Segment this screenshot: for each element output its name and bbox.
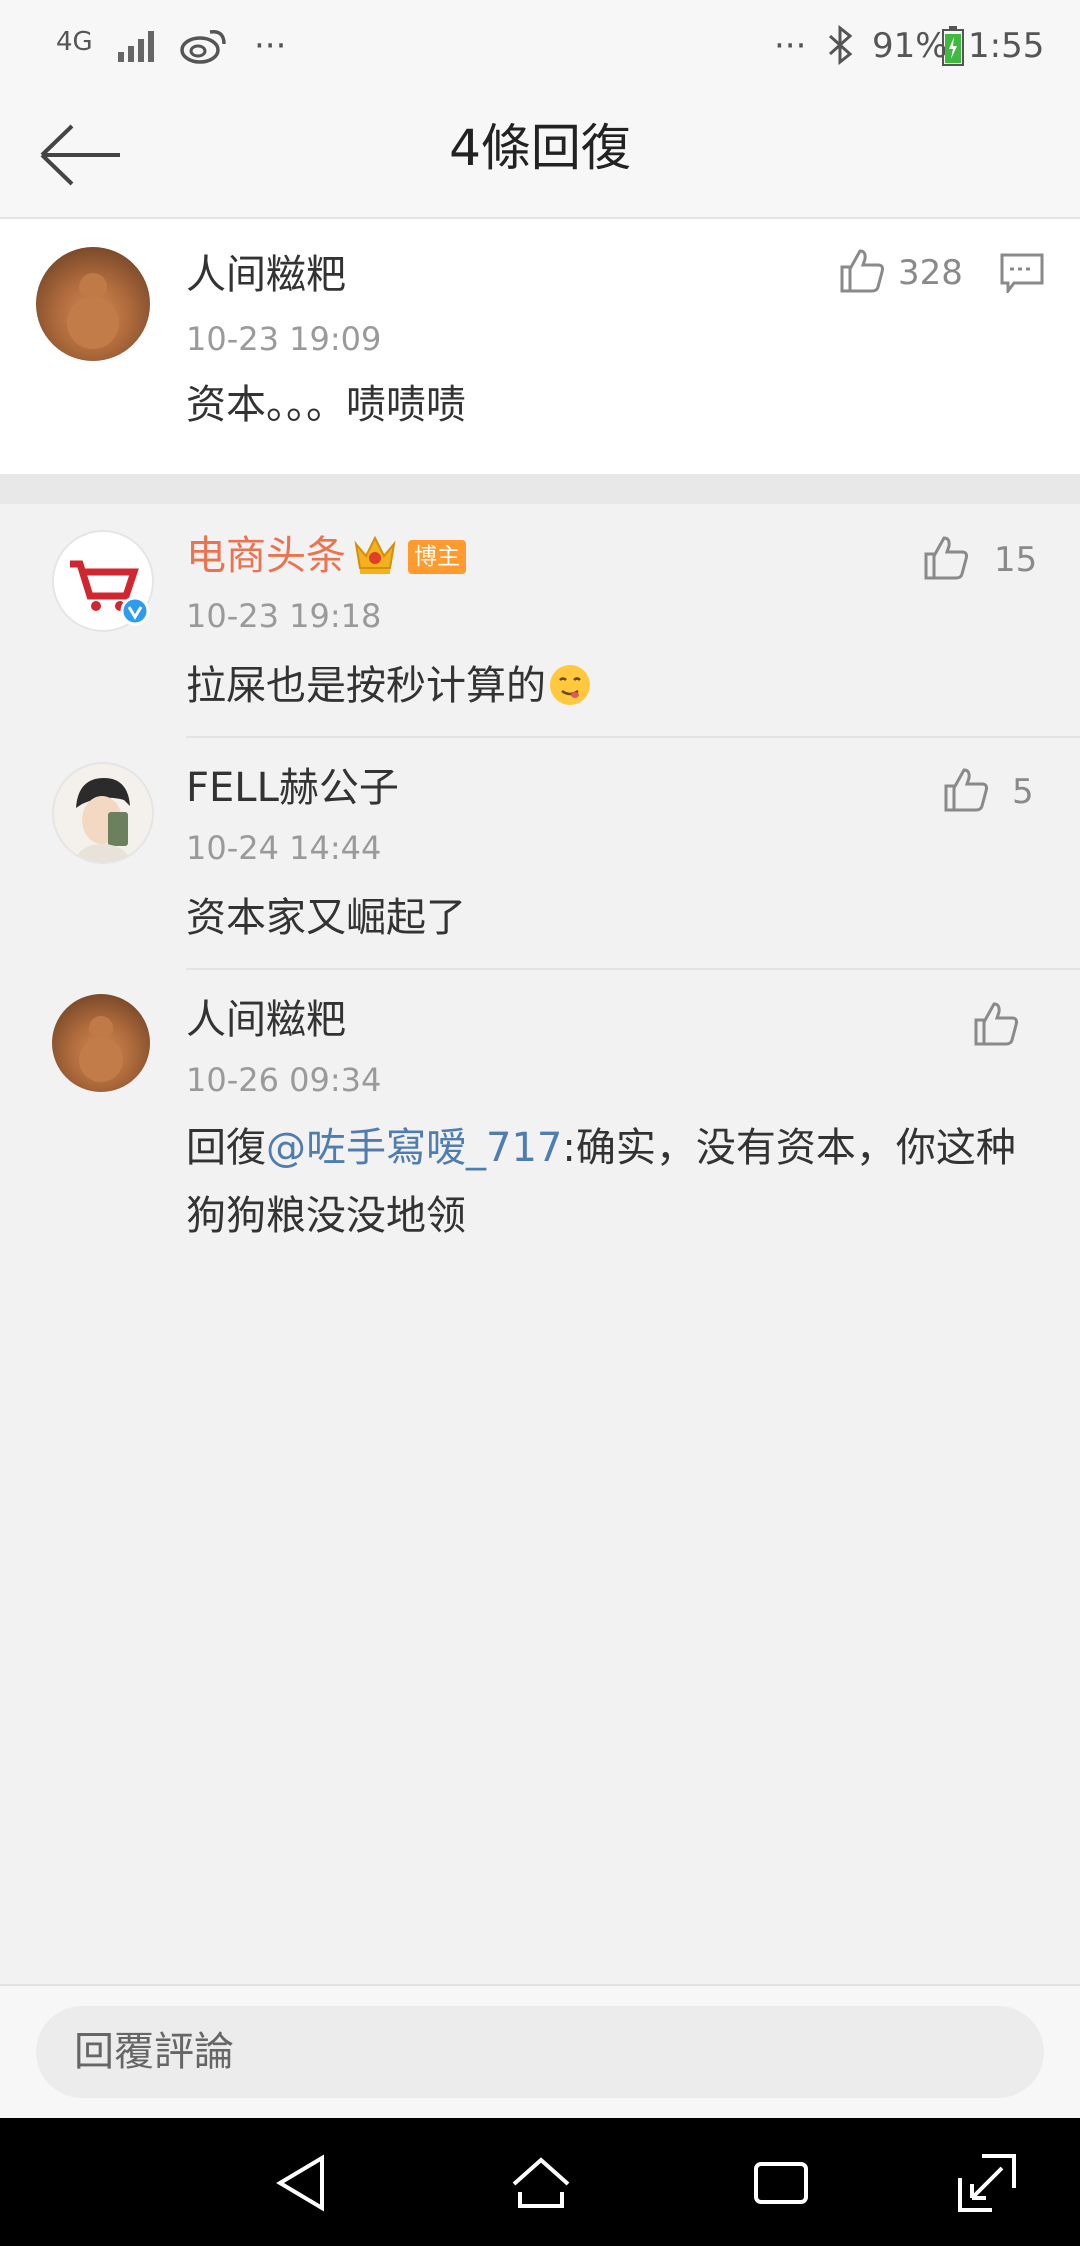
like-count: 5 [1012,772,1034,812]
reply-placeholder: 回覆評論 [74,2029,234,2075]
like-count: 15 [994,540,1038,580]
weibo-icon [180,30,226,64]
navigation-bar [0,2118,1080,2246]
notification-dots: ··· [254,26,287,66]
comment-time: 10-23 19:09 [186,320,382,358]
comment-username[interactable]: 人间糍粑 [186,249,346,301]
recent-apps-icon[interactable] [746,2148,816,2218]
reply-text: 拉屎也是按秒计算的 [186,652,1036,720]
divider [186,968,1080,970]
reply-bar: 回覆評論 [0,1984,1080,2120]
header: 4條回復 [0,92,1080,219]
like-count: 328 [898,253,963,293]
network-type: 4G [56,27,93,57]
bluetooth-icon [828,24,853,66]
gourd-icon [67,273,119,349]
person-portrait-icon [74,778,132,862]
home-icon[interactable] [506,2148,576,2218]
comment-text: 资本。。。啧啧啧 [186,382,466,428]
screenshot-expand-icon[interactable] [952,2148,1022,2218]
comment-icon[interactable] [1000,253,1044,293]
thumbs-up-icon[interactable] [922,534,970,582]
avatar[interactable] [52,994,150,1092]
original-comment: 人间糍粑 10-23 19:09 资本。。。啧啧啧 328 [0,219,1080,474]
crown-icon [354,535,396,574]
reply-list: 电商头条 博主 10-23 19:18 拉屎也是按秒计算的 15 FELL赫公子… [0,504,1080,1984]
verified-icon [120,596,150,626]
status-badge: 博主 [408,540,466,574]
reply-username[interactable]: FELL赫公子 [186,762,399,814]
reply-username[interactable]: 电商头条 [186,530,346,582]
reply-text: 资本家又崛起了 [186,895,466,941]
divider [186,736,1080,738]
mention-link[interactable]: @咗手寫嗳_717 [266,1125,562,1171]
reply-username[interactable]: 人间糍粑 [186,994,346,1046]
thumbs-up-icon[interactable] [972,1000,1020,1048]
reply-input[interactable]: 回覆評論 [36,2006,1044,2098]
thumbs-up-icon[interactable] [942,766,990,814]
clock: 1:55 [968,26,1045,66]
yum-face-emoji [550,665,590,705]
status-bar: 4G ··· ··· 91% 1:55 [0,0,1080,92]
battery-percent: 91% [872,26,948,66]
thumbs-up-icon[interactable] [838,247,886,295]
reply-time: 10-23 19:18 [186,597,382,635]
section-divider [0,474,1080,504]
avatar[interactable] [36,247,150,361]
reply-time: 10-24 14:44 [186,829,382,867]
battery-icon [942,26,964,66]
more-status-dots: ··· [774,26,807,66]
reply-text: 回復@咗手寫嗳_717:确实，没有资本，你这种狗狗粮没没地领 [186,1125,1016,1239]
gourd-icon [79,1016,123,1082]
signal-icon [118,31,154,62]
reply-time: 10-26 09:34 [186,1061,382,1099]
back-icon[interactable] [266,2148,336,2218]
page-title: 4條回復 [449,119,631,177]
avatar[interactable] [52,762,154,864]
